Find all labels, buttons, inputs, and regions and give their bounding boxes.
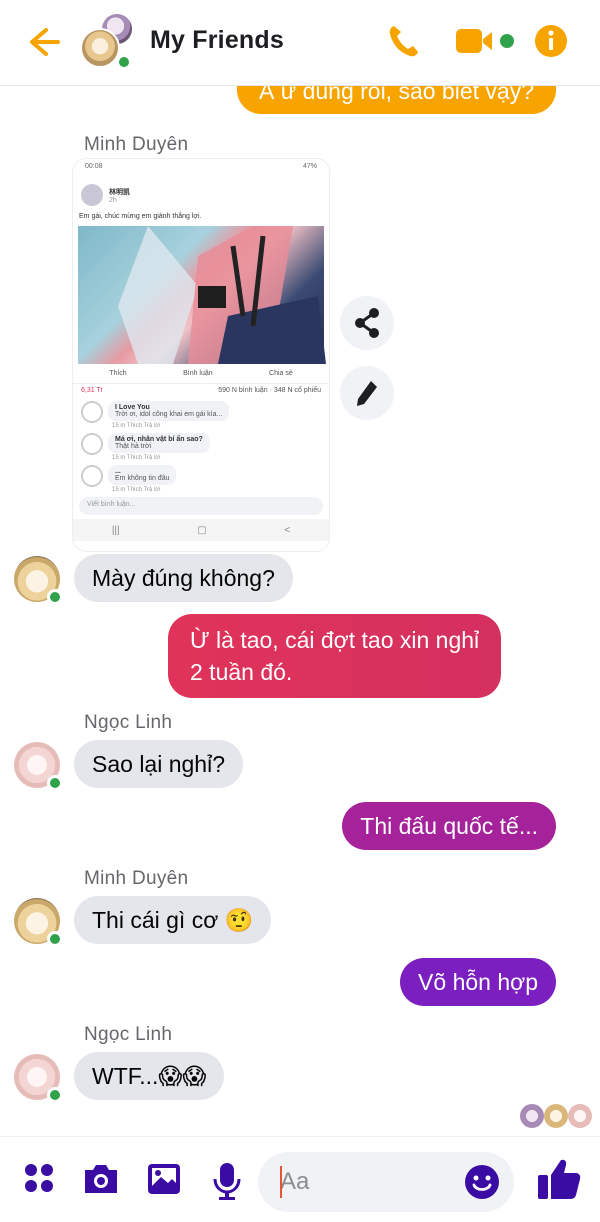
read-receipt-avatar <box>520 1104 544 1128</box>
info-icon[interactable] <box>534 24 568 63</box>
message-list[interactable]: À ừ đúng rồi, sao biết vậy? Minh Duyên 0… <box>0 86 600 1136</box>
sender-name: Ngọc Linh <box>84 712 173 733</box>
shot-comment: ... Em không tin đâu 15 m Thích Trả lời <box>81 465 321 493</box>
outgoing-message[interactable]: À ừ đúng rồi, sao biết vậy? <box>237 86 556 114</box>
group-avatar[interactable] <box>80 14 134 70</box>
more-actions-icon[interactable] <box>22 1159 56 1202</box>
message-input-container[interactable] <box>258 1152 514 1212</box>
shot-status-bar: 00:08 47% <box>85 163 317 170</box>
shot-stats-row: 6,31 Tr 590 N bình luận · 348 N cổ phiếu <box>81 387 321 394</box>
avatar[interactable] <box>14 556 63 605</box>
shot-comment-avatar <box>81 465 103 487</box>
outgoing-message[interactable]: Thi đấu quốc tế... <box>342 802 556 850</box>
incoming-message[interactable]: Thi cái gì cơ 🤨 <box>74 896 272 944</box>
phone-icon[interactable] <box>386 22 420 65</box>
online-indicator <box>116 54 132 70</box>
chat-header: My Friends <box>0 0 600 86</box>
online-indicator <box>47 1087 63 1103</box>
shared-screenshot-image[interactable]: 00:08 47% 林明凯 2h Em gái, chúc mừng em gi… <box>72 158 330 552</box>
pencil-icon <box>357 381 377 406</box>
back-arrow-icon[interactable] <box>22 22 62 62</box>
incoming-message[interactable]: Sao lại nghỉ? <box>74 740 243 788</box>
shot-write-comment: Viết bình luận... <box>79 497 323 515</box>
incoming-message[interactable]: Mày đúng không? <box>74 554 293 602</box>
message-input[interactable] <box>280 1166 460 1198</box>
online-indicator <box>47 775 63 791</box>
sender-name: Ngọc Linh <box>84 1024 173 1045</box>
share-button[interactable] <box>340 296 394 350</box>
shot-comment: I Love You Trời ơi, idol công khai em gái… <box>81 401 321 429</box>
avatar[interactable] <box>14 1054 63 1103</box>
camera-icon[interactable] <box>82 1161 120 1202</box>
sender-name: Minh Duyên <box>84 134 189 155</box>
video-call-icon[interactable] <box>454 26 516 61</box>
composer-bar <box>0 1136 600 1222</box>
read-receipts <box>520 1104 594 1128</box>
text-cursor <box>280 1166 282 1198</box>
emoji-icon[interactable] <box>464 1164 500 1205</box>
chat-title[interactable]: My Friends <box>150 26 284 55</box>
online-indicator <box>47 589 63 605</box>
incoming-message[interactable]: WTF...😱😱 <box>74 1052 225 1100</box>
read-receipt-avatar <box>544 1104 568 1128</box>
shot-caption: Em gái, chúc mừng em giành thắng lợi. <box>79 213 202 220</box>
shot-page-avatar <box>81 184 103 206</box>
shot-post-header: 林明凯 2h <box>73 177 329 213</box>
online-indicator <box>47 931 63 947</box>
gallery-icon[interactable] <box>146 1161 182 1202</box>
shot-illustration <box>78 226 326 364</box>
microphone-icon[interactable] <box>210 1161 244 1206</box>
shot-nav-bar: ||| ▢ < <box>73 519 329 541</box>
edit-button[interactable] <box>340 366 394 420</box>
sender-name: Minh Duyên <box>84 868 189 889</box>
shot-comment-avatar <box>81 433 103 455</box>
outgoing-message[interactable]: Ừ là tao, cái đợt tao xin nghỉ 2 tuần đó… <box>168 614 502 698</box>
read-receipt-avatar <box>568 1104 592 1128</box>
avatar-member-2 <box>80 28 120 68</box>
shot-comment: Má ơi, nhân vật bí ẩn sao? Thật hả trời 1… <box>81 433 321 461</box>
shot-comment-avatar <box>81 401 103 423</box>
avatar[interactable] <box>14 898 63 947</box>
avatar[interactable] <box>14 742 63 791</box>
thumbs-up-icon[interactable] <box>536 1157 582 1206</box>
outgoing-message[interactable]: Võ hỗn hợp <box>400 958 556 1006</box>
shot-action-row: Thích Bình luận Chia sẻ <box>73 364 329 384</box>
share-icon <box>355 308 379 338</box>
